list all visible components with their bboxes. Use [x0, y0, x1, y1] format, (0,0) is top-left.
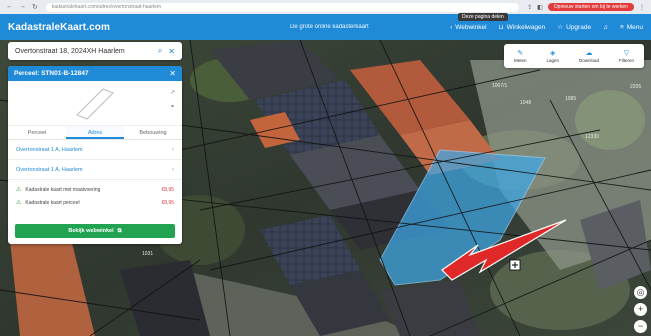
chevron-right-icon: ›	[172, 146, 174, 153]
parcel-label: 2205	[630, 84, 641, 90]
header-actions: ‹ Webwinkel ⊔ Winkelwagen ☆ Upgrade ♫ ≡ …	[450, 23, 643, 32]
parcel-label: 1031	[142, 251, 153, 257]
parcel-label: 1007/1	[492, 83, 508, 89]
update-button[interactable]: Opnieuw starten om bij te werken	[547, 3, 634, 11]
product-row[interactable]: ⚠ Kadastrale kaart perceel €8,95	[8, 196, 182, 209]
search-icon[interactable]: ⌕	[158, 46, 162, 56]
site-tagline: De grote online kadasterkaart	[290, 24, 369, 30]
layers-icon: ◈	[550, 49, 556, 57]
address-row[interactable]: Overtonstraat 1 A, Haarlem ›	[8, 160, 182, 180]
browser-toolbar: ← → ↻ kadastralekaart.com/adres/overtons…	[0, 0, 651, 14]
star-icon: ☆	[557, 24, 564, 31]
filter-icon: ▽	[623, 49, 630, 57]
browser-actions: ⇪ ◧ Opnieuw starten om bij te werken ⋮	[527, 3, 645, 11]
parcel-outline-icon	[76, 88, 114, 120]
webshop-link[interactable]: ‹ Webwinkel	[450, 24, 486, 31]
locate-icon[interactable]: ◎	[634, 286, 647, 299]
more-icon[interactable]: ⋮	[639, 4, 645, 11]
parcel-shape-preview: ↗ ⚭	[8, 81, 182, 126]
zoom-out-icon[interactable]: −	[634, 320, 647, 333]
map-product-icon: ⚠	[16, 200, 22, 206]
reload-icon[interactable]: ↻	[32, 3, 38, 11]
product-price: €8,95	[161, 199, 174, 206]
parcel-label: 1085	[565, 96, 576, 102]
close-icon[interactable]: ✕	[169, 69, 176, 78]
parcel-panel: Perceel: STN01-B-12847 ✕ ↗ ⚭ Perceel Adr…	[8, 66, 182, 244]
back-icon[interactable]: ←	[6, 3, 13, 11]
upgrade-link[interactable]: ☆ Upgrade	[557, 23, 591, 32]
cart-icon: ‹	[450, 23, 453, 31]
parcel-panel-header: Perceel: STN01-B-12847 ✕	[8, 66, 182, 81]
ruler-icon: ✎	[517, 49, 524, 57]
share-icon[interactable]: ⇪	[527, 4, 532, 11]
notifications-link[interactable]: ♫	[603, 24, 608, 31]
forward-icon[interactable]: →	[19, 3, 26, 11]
tab-adres[interactable]: Adres	[66, 126, 124, 139]
panel-tabs: Perceel Adres Bebouwing	[8, 126, 182, 140]
address-search[interactable]: Overtonstraat 18, 2024XH Haarlem ⌕ ✕	[8, 42, 182, 60]
basket-icon: ⊔	[498, 24, 504, 31]
clear-search-icon[interactable]: ✕	[168, 47, 175, 56]
menu-icon: ≡	[619, 23, 624, 31]
layers-tool-button[interactable]: ◈ Lagen	[546, 50, 559, 63]
address-bar[interactable]: kadastralekaart.com/adres/overtonstraat-…	[45, 2, 520, 12]
external-icon: ⧉	[117, 227, 122, 234]
product-row[interactable]: ⚠ Kadastrale kaart met maatvoering €8,95	[8, 183, 182, 196]
share-icon[interactable]: ↗	[170, 89, 175, 96]
address-row[interactable]: Overtonstraat 1 A, Haarlem ›	[8, 140, 182, 160]
cart-link[interactable]: ⊔ Winkelwagen	[498, 23, 546, 32]
download-tool-button[interactable]: ☁ Download	[579, 50, 599, 63]
map-zoom-controls: ◎ + −	[634, 286, 647, 333]
parcel-title: Perceel: STN01-B-12847	[14, 70, 89, 77]
filter-tool-button[interactable]: ▽ Filteren	[619, 50, 634, 63]
crosshair-cursor-icon	[509, 259, 521, 271]
search-input[interactable]: Overtonstraat 18, 2024XH Haarlem	[15, 48, 152, 55]
zoom-in-icon[interactable]: +	[634, 303, 647, 316]
view-webshop-button[interactable]: Bekijk webwinkel ⧉	[15, 224, 175, 238]
extensions-icon[interactable]: ◧	[537, 4, 543, 11]
measure-tool-button[interactable]: ✎ Meten	[514, 50, 527, 63]
tab-bebouwing[interactable]: Bebouwing	[124, 126, 182, 139]
browser-nav: ← → ↻	[6, 3, 38, 11]
map-product-icon: ⚠	[16, 187, 22, 193]
tab-perceel[interactable]: Perceel	[8, 126, 66, 139]
product-price: €8,95	[161, 186, 174, 193]
site-logo[interactable]: KadastraleKaart.com	[8, 22, 110, 33]
share-tooltip: Deze pagina delen	[458, 13, 508, 21]
chevron-right-icon: ›	[172, 166, 174, 173]
cloud-icon: ☁	[585, 49, 593, 57]
parcel-label: 1048	[520, 100, 531, 106]
link-icon[interactable]: ⚭	[170, 103, 175, 110]
menu-button[interactable]: ≡ Menu	[620, 24, 643, 31]
app-header: KadastraleKaart.com De grote online kada…	[0, 14, 651, 40]
parcel-label: 12330	[585, 134, 599, 140]
map-tools: ✎ Meten ◈ Lagen ☁ Download ▽ Filteren	[504, 44, 644, 68]
bell-icon: ♫	[603, 23, 608, 31]
